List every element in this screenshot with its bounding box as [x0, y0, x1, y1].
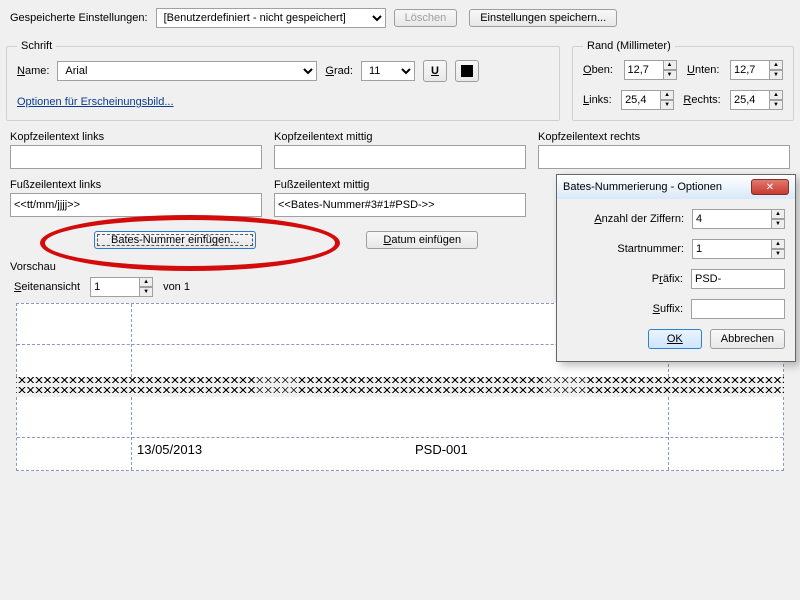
spin-up[interactable]: ▲: [771, 239, 785, 249]
font-size-label: Grad:: [325, 65, 353, 77]
insert-bates-button[interactable]: Bates-Nummer einfügen...: [94, 231, 256, 249]
spin-down[interactable]: ▼: [660, 100, 674, 110]
margin-bottom-input[interactable]: [730, 60, 770, 80]
header-right-label: Kopfzeilentext rechts: [538, 131, 790, 143]
delete-button[interactable]: Löschen: [394, 9, 458, 27]
spin-down[interactable]: ▼: [139, 287, 153, 297]
preview-bates-text: PSD-001: [415, 442, 468, 457]
start-label: Startnummer:: [617, 243, 684, 255]
digits-input[interactable]: [692, 209, 772, 229]
margin-top-input[interactable]: [624, 60, 664, 80]
spin-up[interactable]: ▲: [663, 60, 677, 70]
header-right-input[interactable]: [538, 145, 790, 169]
footer-center-label: Fußzeilentext mittig: [274, 179, 526, 191]
page-of-label: von 1: [163, 281, 190, 293]
bates-options-dialog: Bates-Nummerierung - Optionen ✕ Anzahl d…: [556, 174, 796, 362]
prefix-input[interactable]: [691, 269, 785, 289]
font-name-label: Name:: [17, 65, 49, 77]
suffix-label: Suffix:: [653, 303, 683, 315]
saved-settings-select[interactable]: [Benutzerdefiniert - nicht gespeichert]: [156, 8, 386, 28]
save-settings-button[interactable]: Einstellungen speichern...: [469, 9, 617, 27]
spin-down[interactable]: ▼: [769, 70, 783, 80]
header-left-label: Kopfzeilentext links: [10, 131, 262, 143]
spin-up[interactable]: ▲: [769, 90, 783, 100]
text-color-icon[interactable]: [455, 60, 479, 82]
footer-left-input[interactable]: [10, 193, 262, 217]
spin-up[interactable]: ▲: [139, 277, 153, 287]
margin-legend: Rand (Millimeter): [583, 40, 675, 52]
start-input[interactable]: [692, 239, 772, 259]
header-center-input[interactable]: [274, 145, 526, 169]
spin-up[interactable]: ▲: [769, 60, 783, 70]
font-legend: Schrift: [17, 40, 56, 52]
close-icon[interactable]: ✕: [751, 179, 789, 195]
footer-left-label: Fußzeilentext links: [10, 179, 262, 191]
digits-label: Anzahl der Ziffern:: [594, 213, 684, 225]
margin-top-label: Oben:: [583, 64, 613, 76]
underline-icon[interactable]: U: [423, 60, 447, 82]
ok-button[interactable]: OK: [648, 329, 702, 349]
appearance-options-link[interactable]: Optionen für Erscheinungsbild...: [17, 96, 174, 108]
dialog-title: Bates-Nummerierung - Optionen: [563, 181, 722, 193]
font-name-select[interactable]: Arial: [57, 61, 317, 81]
insert-date-button[interactable]: Datum einfügen: [366, 231, 478, 249]
margin-left-label: Links:: [583, 94, 612, 106]
margin-right-label: Rechts:: [683, 94, 720, 106]
suffix-input[interactable]: [691, 299, 785, 319]
page-number-input[interactable]: [90, 277, 140, 297]
prefix-label: Präfix:: [652, 273, 683, 285]
margin-bottom-label: Unten:: [687, 64, 719, 76]
saved-settings-label: Gespeicherte Einstellungen:: [10, 12, 148, 24]
spin-up[interactable]: ▲: [660, 90, 674, 100]
spin-down[interactable]: ▼: [771, 219, 785, 229]
spin-down[interactable]: ▼: [769, 100, 783, 110]
header-left-input[interactable]: [10, 145, 262, 169]
preview-date-text: 13/05/2013: [137, 442, 202, 457]
header-center-label: Kopfzeilentext mittig: [274, 131, 526, 143]
spin-down[interactable]: ▼: [771, 249, 785, 259]
cancel-button[interactable]: Abbrechen: [710, 329, 785, 349]
spin-down[interactable]: ▼: [663, 70, 677, 80]
footer-center-input[interactable]: [274, 193, 526, 217]
spin-up[interactable]: ▲: [771, 209, 785, 219]
margin-left-input[interactable]: [621, 90, 661, 110]
page-label: Seitenansicht: [14, 281, 80, 293]
font-size-select[interactable]: 11: [361, 61, 415, 81]
margin-right-input[interactable]: [730, 90, 770, 110]
